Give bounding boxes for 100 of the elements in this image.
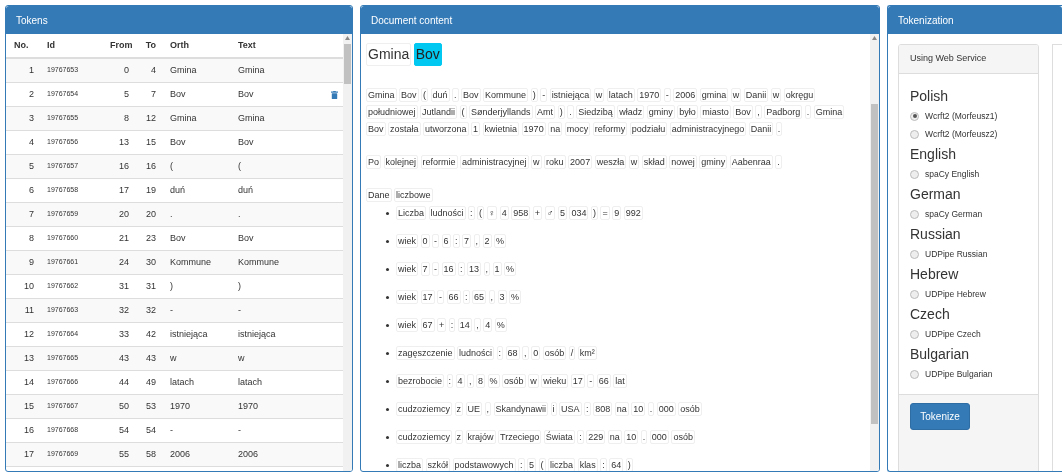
word-token[interactable]: , — [522, 346, 529, 360]
word-token[interactable]: 992 — [623, 206, 643, 220]
word-token[interactable]: ( — [421, 88, 429, 102]
word-token[interactable]: ) — [530, 88, 538, 102]
word-token[interactable]: wieku — [541, 374, 569, 388]
word-token[interactable]: 4 — [499, 206, 509, 220]
word-token[interactable]: wiek — [396, 318, 418, 332]
word-token[interactable]: 229 — [586, 430, 606, 444]
word-token[interactable]: ) — [590, 206, 598, 220]
word-token[interactable]: osób — [671, 430, 695, 444]
radio-button[interactable] — [910, 329, 919, 339]
tokenize-button[interactable]: Tokenize — [910, 403, 970, 430]
word-token[interactable]: 808 — [593, 402, 613, 416]
word-token[interactable]: , — [483, 262, 491, 276]
word-token[interactable]: administracyjnej — [460, 155, 529, 169]
scrollbar-thumb[interactable] — [871, 104, 878, 424]
word-token[interactable]: + — [532, 206, 543, 220]
word-token[interactable]: Gmina — [366, 43, 412, 66]
scroll-up-icon[interactable] — [345, 36, 350, 40]
word-token[interactable]: krajów — [465, 430, 496, 444]
word-token[interactable]: utworzona — [423, 122, 469, 136]
word-token[interactable]: z — [454, 430, 464, 444]
word-token[interactable]: ludności — [457, 346, 495, 360]
word-token[interactable]: - — [587, 374, 595, 388]
word-token[interactable]: Bov — [366, 122, 386, 136]
word-token[interactable]: w — [628, 155, 640, 169]
word-token[interactable]: 10 — [631, 402, 646, 416]
word-token[interactable]: klas — [577, 458, 598, 471]
word-token[interactable]: władz — [617, 105, 645, 119]
word-token[interactable]: 68 — [505, 346, 520, 360]
word-token[interactable]: - — [432, 262, 440, 276]
word-token[interactable]: : — [468, 206, 475, 220]
word-token[interactable]: gminy — [699, 155, 728, 169]
word-token[interactable]: Gmina — [813, 105, 845, 119]
word-token[interactable]: osób — [502, 374, 526, 388]
word-token[interactable]: - — [663, 88, 671, 102]
word-token[interactable]: Świata — [543, 430, 575, 444]
word-token[interactable]: na — [607, 430, 622, 444]
trash-icon[interactable] — [331, 90, 338, 99]
word-token[interactable]: - — [432, 234, 440, 248]
radio-button[interactable] — [910, 111, 919, 121]
word-token[interactable]: Dane — [366, 188, 392, 202]
word-token[interactable]: : — [463, 290, 470, 304]
word-token[interactable]: nowej — [669, 155, 697, 169]
word-token[interactable]: południowej — [366, 105, 418, 119]
word-token[interactable]: . — [647, 402, 655, 416]
word-token[interactable]: , — [467, 374, 474, 388]
word-token[interactable]: ) — [625, 458, 633, 471]
word-token[interactable]: = — [600, 206, 610, 220]
word-token[interactable]: 2006 — [673, 88, 698, 102]
word-token[interactable]: wiek — [396, 290, 418, 304]
word-token[interactable]: - — [540, 88, 548, 102]
word-token[interactable]: Jutlandii — [420, 105, 458, 119]
word-token[interactable]: . — [452, 88, 459, 102]
word-token[interactable]: 1 — [471, 122, 481, 136]
word-token[interactable]: w — [593, 88, 605, 102]
word-token[interactable]: ( — [477, 206, 485, 220]
word-token[interactable]: gmina — [699, 88, 729, 102]
word-token[interactable]: osób — [678, 402, 702, 416]
word-token[interactable]: reformie — [420, 155, 458, 169]
word-token[interactable]: osób — [542, 346, 567, 360]
word-token[interactable]: Kommune — [483, 88, 529, 102]
word-token[interactable]: / — [568, 346, 576, 360]
word-token[interactable]: Bov — [413, 43, 442, 66]
word-token[interactable]: 17 — [570, 374, 585, 388]
word-token[interactable]: : — [496, 346, 504, 360]
word-token[interactable]: Danii — [748, 122, 774, 136]
word-token[interactable]: w — [531, 155, 542, 169]
word-token[interactable]: Aabenraa — [729, 155, 773, 169]
word-token[interactable]: reformy — [592, 122, 628, 136]
word-token[interactable]: 17 — [420, 290, 435, 304]
word-token[interactable]: liczba — [396, 458, 423, 471]
word-token[interactable]: bezrobocie — [396, 374, 445, 388]
word-token[interactable]: - — [437, 290, 445, 304]
word-token[interactable]: Bov — [461, 88, 481, 102]
word-token[interactable]: kwietnia — [482, 122, 520, 136]
word-token[interactable]: 16 — [441, 262, 456, 276]
word-token[interactable]: 0 — [531, 346, 541, 360]
word-token[interactable]: 65 — [472, 290, 487, 304]
word-token[interactable]: 1970 — [521, 122, 546, 136]
word-token[interactable]: 2 — [482, 234, 492, 248]
word-token[interactable]: roku — [544, 155, 566, 169]
word-token[interactable]: z — [454, 402, 464, 416]
word-token[interactable]: wiek — [396, 234, 418, 248]
radio-button[interactable] — [910, 129, 919, 139]
word-token[interactable]: Trzeciego — [498, 430, 542, 444]
word-token[interactable]: ♂ — [544, 206, 556, 220]
word-token[interactable]: cudzoziemcy — [396, 402, 453, 416]
word-token[interactable]: Skandynawii — [493, 402, 549, 416]
word-token[interactable]: % — [509, 290, 522, 304]
radio-button[interactable] — [910, 249, 919, 259]
word-token[interactable]: 8 — [476, 374, 486, 388]
word-token[interactable]: podstawowych — [452, 458, 516, 471]
word-token[interactable]: Gmina — [366, 88, 397, 102]
word-token[interactable]: podziału — [629, 122, 668, 136]
radio-button[interactable] — [910, 289, 919, 299]
word-token[interactable]: na — [614, 402, 629, 416]
word-token[interactable]: latach — [606, 88, 635, 102]
scrollbar-thumb[interactable] — [344, 44, 351, 84]
word-token[interactable]: km² — [577, 346, 597, 360]
